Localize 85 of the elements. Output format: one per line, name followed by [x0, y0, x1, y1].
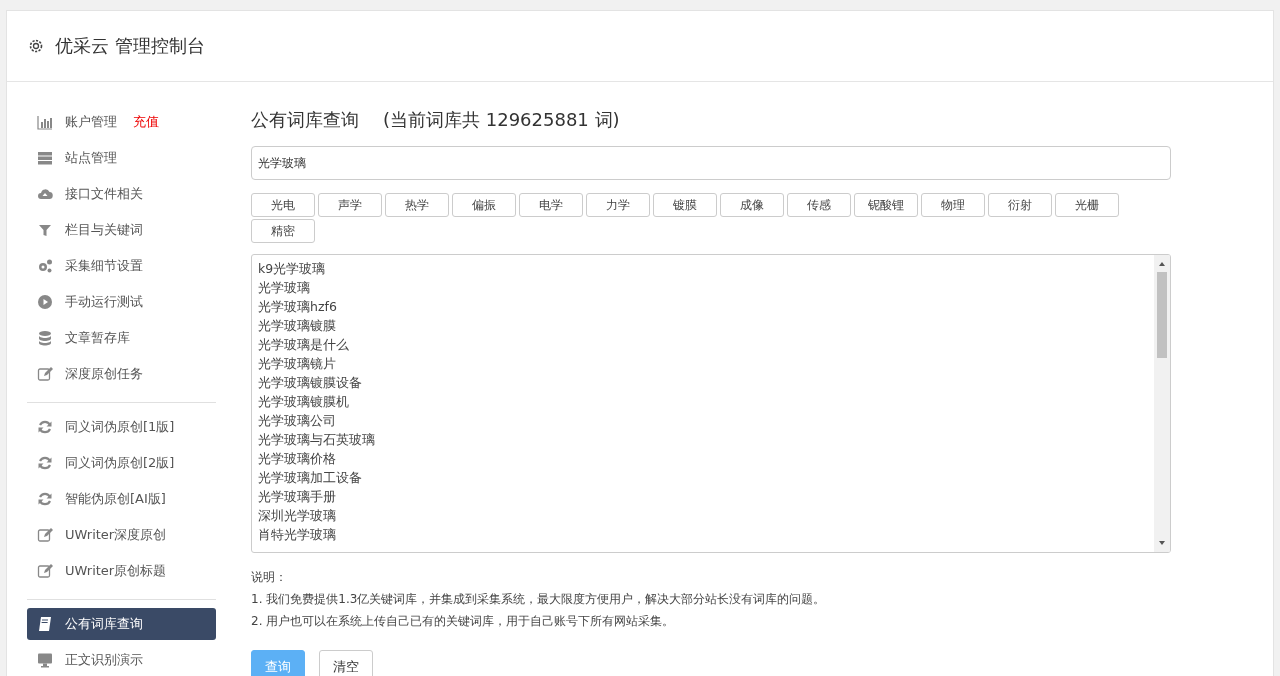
sidebar-item-label: 栏目与关键词 [65, 221, 143, 239]
sidebar-item-label: UWriter原创标题 [65, 562, 167, 580]
tag-button[interactable]: 声学 [318, 193, 382, 217]
results-list[interactable]: k9光学玻璃 光学玻璃 光学玻璃hzf6 光学玻璃镀膜 光学玻璃是什么 光学玻璃镜片 光学玻璃镀膜设备 光学玻璃镀膜机 光学玻璃公司 光学玻璃与石英玻璃 光学玻璃价格 光学玻璃加工设备 光学玻璃手册 深圳光学玻璃 肖特光学玻璃 [251, 254, 1171, 553]
tag-button[interactable]: 成像 [720, 193, 784, 217]
page-title: 公有词库查询 [251, 108, 359, 132]
result-item[interactable]: 光学玻璃镀膜设备 [258, 373, 1154, 392]
notes-heading: 说明： [251, 569, 288, 586]
edit-icon [37, 563, 53, 579]
refresh-icon [37, 419, 53, 435]
tag-button[interactable]: 力学 [586, 193, 650, 217]
console-title: 优采云 管理控制台 [55, 34, 205, 58]
cloud-icon [37, 186, 53, 202]
result-item[interactable]: k9光学玻璃 [258, 259, 1154, 278]
edit-icon [37, 527, 53, 543]
sidebar-item-label: 正文识别演示 [65, 651, 143, 669]
sidebar-item[interactable]: 正文识别演示 [27, 644, 216, 676]
sidebar-item-label: 账户管理 [65, 113, 117, 131]
tag-button[interactable]: 热学 [385, 193, 449, 217]
result-item[interactable]: 光学玻璃公司 [258, 411, 1154, 430]
sidebar-item[interactable]: 手动运行测试 [27, 286, 216, 318]
play-icon [37, 294, 53, 310]
result-item[interactable]: 光学玻璃加工设备 [258, 468, 1154, 487]
tag-button[interactable]: 偏振 [452, 193, 516, 217]
sidebar-item-label: 采集细节设置 [65, 257, 143, 275]
sidebar-item[interactable]: UWriter深度原创 [27, 519, 216, 551]
tag-button[interactable]: 物理 [921, 193, 985, 217]
sidebar-item-label: 智能伪原创[AI版] [65, 490, 166, 508]
result-item[interactable]: 光学玻璃与石英玻璃 [258, 430, 1154, 449]
filter-icon [37, 222, 53, 238]
tag-button[interactable]: 衍射 [988, 193, 1052, 217]
tag-button[interactable]: 铌酸锂 [854, 193, 918, 217]
sidebar-item-label: UWriter深度原创 [65, 526, 167, 544]
sidebar-item[interactable]: 站点管理 [27, 142, 216, 174]
edit-icon [37, 366, 53, 382]
settings-icon [27, 37, 45, 55]
sidebar-item[interactable]: 文章暂存库 [27, 322, 216, 354]
result-item[interactable]: 光学玻璃镜片 [258, 354, 1154, 373]
sidebar-item[interactable]: 栏目与关键词 [27, 214, 216, 246]
tag-button[interactable]: 镀膜 [653, 193, 717, 217]
sidebar-item-label: 站点管理 [65, 149, 117, 167]
result-item[interactable]: 肖特光学玻璃 [258, 525, 1154, 544]
database-icon [37, 330, 53, 346]
result-item[interactable]: 光学玻璃镀膜 [258, 316, 1154, 335]
tag-button[interactable]: 光电 [251, 193, 315, 217]
word-count-note: (当前词库共 129625881 词) [383, 108, 620, 132]
note-text: 1. 我们免费提供1.3亿关键词库，并集成到采集系统，最大限度方便用户，解决大部分站长没有词库的问题。 [251, 591, 827, 608]
refresh-icon [37, 491, 53, 507]
sidebar-item[interactable]: 智能伪原创[AI版] [27, 483, 216, 515]
sidebar-item-label: 接口文件相关 [65, 185, 143, 203]
sidebar-item[interactable]: 公有词库查询 [27, 608, 216, 640]
sidebar-item[interactable]: 采集细节设置 [27, 250, 216, 282]
refresh-icon [37, 455, 53, 471]
sidebar-item[interactable]: 深度原创任务 [27, 358, 216, 390]
sidebar-item-label: 同义词伪原创[2版] [65, 454, 175, 472]
sidebar-item-label: 文章暂存库 [65, 329, 130, 347]
sidebar-item-label: 同义词伪原创[1版] [65, 418, 175, 436]
result-item[interactable]: 光学玻璃hzf6 [258, 297, 1154, 316]
tag-button[interactable]: 精密 [251, 219, 315, 243]
gears-icon [37, 258, 53, 274]
tag-button[interactable]: 光栅 [1055, 193, 1119, 217]
sidebar-item[interactable]: 同义词伪原创[2版] [27, 447, 216, 479]
result-item[interactable]: 深圳光学玻璃 [258, 506, 1154, 525]
search-field[interactable]: 光学玻璃 [251, 146, 1171, 180]
server-icon [37, 150, 53, 166]
sidebar-item[interactable]: 账户管理 充值 [27, 106, 216, 138]
chart-icon [37, 114, 53, 130]
sidebar-item[interactable]: UWriter原创标题 [27, 555, 216, 587]
result-item[interactable]: 光学玻璃是什么 [258, 335, 1154, 354]
result-item[interactable]: 光学玻璃 [258, 278, 1154, 297]
result-item[interactable]: 光学玻璃镀膜机 [258, 392, 1154, 411]
note-text: 2. 用户也可以在系统上传自己已有的关键词库，用于自己账号下所有网站采集。 [251, 613, 676, 630]
tag-button[interactable]: 传感 [787, 193, 851, 217]
sidebar-item-label: 深度原创任务 [65, 365, 143, 383]
result-item[interactable]: 光学玻璃价格 [258, 449, 1154, 468]
sidebar-item[interactable]: 同义词伪原创[1版] [27, 411, 216, 443]
sidebar-item-label: 手动运行测试 [65, 293, 143, 311]
sidebar-item-label: 公有词库查询 [65, 615, 143, 633]
tag-button[interactable]: 电学 [519, 193, 583, 217]
recharge-link[interactable]: 充值 [133, 113, 159, 131]
result-item[interactable]: 光学玻璃手册 [258, 487, 1154, 506]
book-icon [37, 616, 53, 632]
monitor-icon [37, 652, 53, 668]
sidebar-item[interactable]: 接口文件相关 [27, 178, 216, 210]
clear-button[interactable]: 清空 [319, 650, 373, 676]
